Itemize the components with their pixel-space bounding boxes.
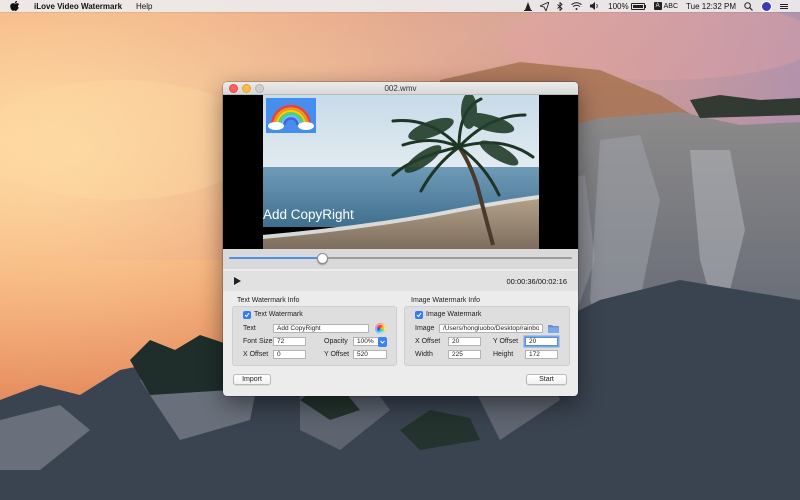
opacity-label: Opacity	[324, 338, 348, 345]
input-source-menu[interactable]: A ABC	[653, 2, 679, 10]
seek-progress	[229, 257, 322, 259]
image-y-offset-label: Y Offset	[493, 338, 519, 345]
browse-folder-icon[interactable]	[548, 324, 559, 333]
rainbow-watermark-image	[266, 98, 316, 133]
height-label: Height	[493, 351, 514, 358]
wifi-icon[interactable]	[571, 2, 583, 10]
spotlight-search-icon[interactable]	[744, 1, 753, 11]
image-watermark-checkbox-label: Image Watermark	[426, 311, 482, 318]
window-titlebar[interactable]: 002.wmv	[223, 82, 578, 95]
text-input[interactable]	[273, 324, 369, 333]
battery-icon	[630, 2, 645, 10]
battery-percent: 100%	[608, 1, 629, 11]
text-watermark-checkbox-label: Text Watermark	[254, 311, 303, 318]
status-menus: 100% A ABC Tue 12:32 PM	[524, 0, 800, 12]
text-watermark-checkbox[interactable]	[243, 311, 251, 319]
window-title: 002.wmv	[384, 83, 417, 93]
checkmark-icon	[244, 312, 250, 318]
volume-icon[interactable]	[590, 2, 600, 10]
seek-knob[interactable]	[317, 253, 329, 264]
image-x-offset-input[interactable]	[448, 337, 481, 346]
bluetooth-icon[interactable]	[557, 1, 563, 11]
text-label: Text	[243, 325, 256, 332]
image-height-input[interactable]	[525, 350, 558, 359]
text-x-offset-input[interactable]	[273, 350, 306, 359]
text-watermark-group-title: Text Watermark Info	[237, 297, 300, 304]
image-x-offset-label: X Offset	[415, 338, 441, 345]
battery-status[interactable]: 100%	[608, 1, 646, 11]
x-offset-label: X Offset	[243, 351, 269, 358]
image-y-offset-input[interactable]	[525, 337, 558, 346]
text-y-offset-input[interactable]	[353, 350, 387, 359]
opacity-select[interactable]: 100%	[353, 337, 379, 346]
chevron-down-icon	[380, 340, 385, 344]
image-watermark-group-title: Image Watermark Info	[411, 297, 480, 304]
app-menu-title[interactable]: iLove Video Watermark	[34, 2, 122, 11]
image-path-input[interactable]	[439, 324, 543, 333]
y-offset-label: Y Offset	[324, 351, 350, 358]
apple-menu-icon[interactable]	[10, 1, 20, 11]
video-preview: Add CopyRight	[223, 95, 578, 249]
text-watermark-overlay: Add CopyRight	[263, 207, 354, 222]
color-picker-icon[interactable]	[375, 323, 386, 334]
image-watermark-checkbox[interactable]	[415, 311, 423, 319]
font-size-label: Font Size	[243, 338, 273, 345]
notification-center-icon[interactable]	[780, 3, 788, 9]
playback-controls: 00:00:36/00:02:16	[223, 271, 578, 291]
image-width-input[interactable]	[448, 350, 481, 359]
input-source-icon: A	[653, 2, 662, 10]
import-button[interactable]: Import	[233, 374, 271, 385]
opacity-dropdown-button[interactable]	[378, 336, 387, 347]
timecode: 00:00:36/00:02:16	[506, 277, 567, 286]
image-watermark-group: Image Watermark Image X Offset Y Offset …	[404, 306, 570, 366]
input-source-label: ABC	[663, 2, 679, 10]
play-icon[interactable]	[232, 276, 242, 286]
app-window: 002.wmv Add CopyRight 00:00:36/00:02:16 …	[223, 82, 578, 396]
image-label: Image	[415, 325, 435, 332]
seek-area	[223, 249, 578, 269]
start-button[interactable]: Start	[526, 374, 567, 385]
send-arrow-icon[interactable]	[540, 1, 550, 11]
width-label: Width	[415, 351, 433, 358]
help-menu[interactable]: Help	[136, 2, 152, 11]
siri-icon[interactable]	[761, 0, 772, 12]
checkmark-icon	[416, 312, 422, 318]
text-watermark-group: Text Watermark Text Font Size Opacity 10…	[232, 306, 397, 366]
menu-bar: iLove Video Watermark Help 100% A ABC Tu…	[0, 0, 800, 12]
clock[interactable]: Tue 12:32 PM	[686, 2, 736, 11]
font-size-input[interactable]	[273, 337, 306, 346]
vlc-cone-icon[interactable]	[524, 1, 533, 11]
seek-slider[interactable]	[229, 253, 572, 264]
